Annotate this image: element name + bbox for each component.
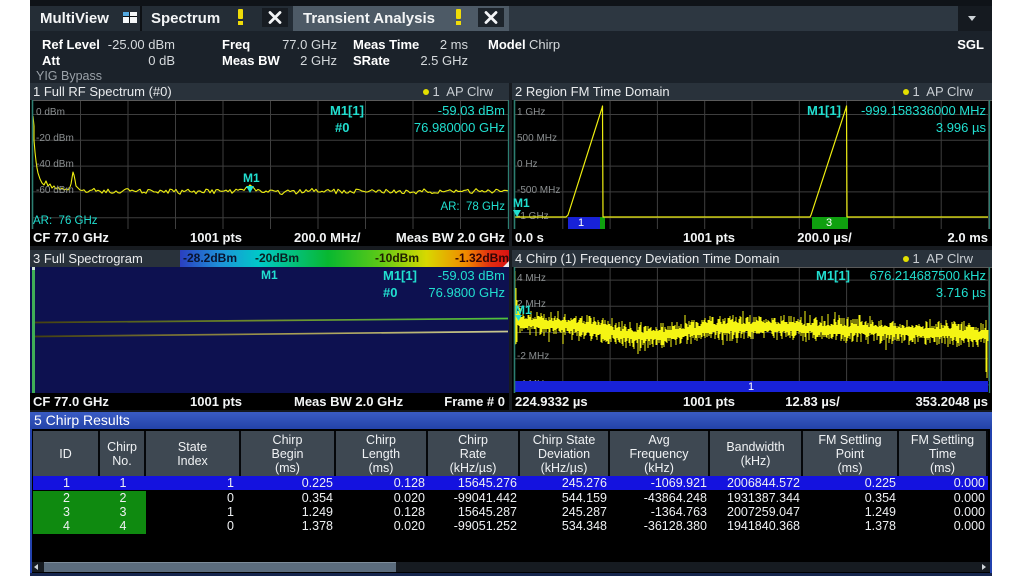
svg-text:1: 1 <box>748 381 754 393</box>
